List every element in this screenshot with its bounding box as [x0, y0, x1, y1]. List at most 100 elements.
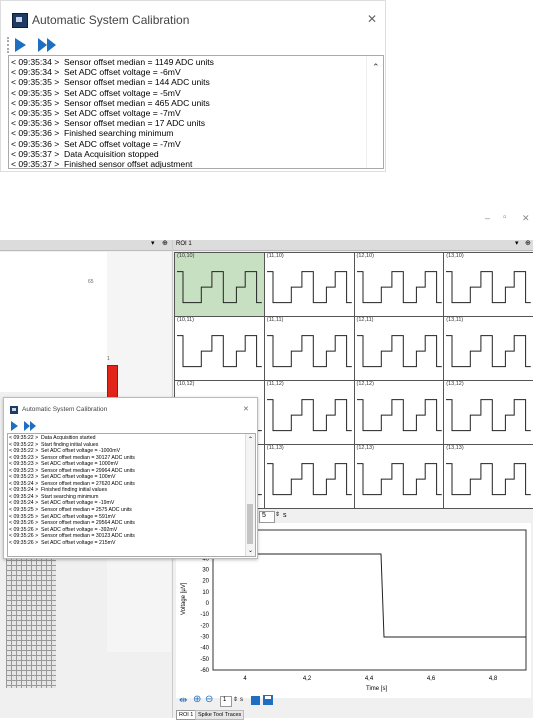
time-unit: s: [283, 512, 287, 519]
close-icon[interactable]: ✕: [367, 12, 377, 26]
x-tick-label: 4,2: [303, 676, 312, 682]
x-tick-label: 4,4: [365, 676, 374, 682]
close-button[interactable]: ✕: [522, 213, 530, 224]
y-tick-label: -20: [200, 623, 209, 629]
scroll-up-icon[interactable]: ⌃: [248, 436, 253, 443]
tab-roi-1[interactable]: ROI 1: [176, 710, 197, 720]
bottom-toolbar: ⇹ ⊕ ⊖ 1 ⇕ s: [179, 694, 379, 709]
left-panel-header: ▾ ⊕: [0, 240, 172, 251]
y-tick-label: -40: [200, 646, 209, 652]
x-axis-label: Time [s]: [366, 686, 387, 692]
fit-icon[interactable]: ⇹: [179, 695, 187, 706]
bar-value-label: 1: [107, 356, 110, 362]
dropdown-icon[interactable]: ▾: [515, 239, 519, 247]
log-line: < 09:35:35 > Sensor offset median = 465 …: [11, 97, 210, 108]
dialog-title: Automatic System Calibration: [32, 13, 190, 27]
log-line: < 09:35:36 > Sensor offset median = 17 A…: [11, 118, 206, 129]
minimize-button[interactable]: –: [485, 213, 490, 223]
roi-cell[interactable]: (11,13): [263, 444, 355, 509]
roi-cell[interactable]: (13,12): [443, 380, 533, 445]
log-line: < 09:35:34 > Set ADC offset voltage = -6…: [11, 67, 181, 78]
y-tick-label: 20: [202, 579, 209, 585]
close-icon[interactable]: ✕: [243, 405, 249, 413]
save-icon[interactable]: [263, 695, 273, 705]
window-controls: – ▫ ✕: [480, 212, 533, 227]
roi-cell[interactable]: (11,11): [263, 316, 355, 381]
pin-icon[interactable]: ⊕: [525, 239, 531, 247]
roi-trace: [266, 463, 352, 496]
roi-cell[interactable]: (13,13): [443, 444, 533, 509]
roi-trace: [356, 399, 442, 432]
log-line: < 09:35:37 > Finished sensor offset adju…: [11, 159, 193, 169]
sensor-map-area: 65: [0, 252, 107, 392]
roi-cell[interactable]: (12,12): [353, 380, 445, 445]
bottom-spin-value: 1: [223, 697, 227, 703]
pin-icon[interactable]: ⊕: [162, 239, 168, 247]
roi-trace: [266, 335, 352, 368]
x-tick-label: 4: [243, 676, 247, 682]
tab-spike-tool-traces[interactable]: Spike Tool Traces: [195, 710, 245, 720]
scroll-down-icon[interactable]: ⌄: [248, 547, 253, 554]
roi-cell[interactable]: (13,11): [443, 316, 533, 381]
roi-trace: [266, 271, 352, 304]
y-tick-label: -50: [200, 657, 209, 663]
roi-title: ROI 1: [176, 241, 192, 247]
y-tick-label: 0: [206, 601, 210, 607]
zoom-out-icon[interactable]: ⊖: [205, 694, 213, 705]
fast-forward-button[interactable]: [38, 38, 60, 52]
dialog-title: Automatic System Calibration: [22, 406, 108, 413]
scroll-thumb[interactable]: [247, 504, 253, 544]
bottom-spinbox[interactable]: 1: [220, 696, 232, 707]
log-list: < 09:35:34 > Sensor offset median = 1149…: [8, 55, 384, 169]
roi-cell[interactable]: (12,13): [353, 444, 445, 509]
roi-cell[interactable]: (11,12): [263, 380, 355, 445]
roi-cell[interactable]: (10,11): [174, 316, 265, 381]
bottom-unit: s: [240, 697, 243, 703]
log-line: < 09:35:36 > Finished searching minimum: [11, 128, 174, 139]
roi-trace: [356, 335, 442, 368]
zoom-in-icon[interactable]: ⊕: [193, 694, 201, 705]
roi-trace: [356, 463, 442, 496]
scroll-up-icon[interactable]: ⌃: [372, 62, 380, 73]
app-icon: [12, 13, 28, 28]
time-spinbox[interactable]: 5: [259, 511, 275, 523]
spin-arrows-icon[interactable]: ⇕: [275, 511, 280, 518]
log-line: < 09:35:35 > Sensor offset median = 144 …: [11, 77, 210, 88]
x-tick-label: 4,6: [427, 676, 436, 682]
y-axis-label: Voltage [µV]: [181, 582, 187, 615]
restore-button[interactable]: ▫: [503, 212, 507, 223]
log-line: < 09:35:35 > Set ADC offset voltage = -5…: [11, 87, 181, 98]
dropdown-icon[interactable]: ▾: [151, 239, 155, 247]
spin-arrows-icon[interactable]: ⇕: [233, 696, 238, 703]
roi-cell[interactable]: (10,10): [174, 252, 265, 317]
roi-cell[interactable]: (12,11): [353, 316, 445, 381]
roi-trace: [446, 399, 532, 432]
play-button[interactable]: [11, 421, 18, 431]
x-tick-label: 4,8: [489, 676, 498, 682]
app-icon: [10, 406, 18, 414]
roi-trace: [446, 335, 532, 368]
log-line: < 09:35:26 > Set ADC offset voltage = 21…: [9, 539, 116, 546]
roi-trace: [446, 271, 532, 304]
roi-trace: [356, 271, 442, 304]
log-line: < 09:35:36 > Set ADC offset voltage = -7…: [11, 138, 181, 149]
roi-cell[interactable]: (13,10): [443, 252, 533, 317]
scrollbar[interactable]: ⌃: [366, 56, 383, 168]
y-tick-label: -60: [200, 668, 209, 674]
play-button[interactable]: [15, 38, 26, 52]
log-lines: < 09:35:34 > Sensor offset median = 1149…: [9, 56, 383, 169]
log-lines: < 09:35:22 > Data Acquisition started < 0…: [8, 434, 255, 546]
roi-trace: [266, 399, 352, 432]
log-line: < 09:35:37 > Data Acquisition stopped: [11, 148, 159, 159]
small-calibration-dialog: Automatic System Calibration ✕ < 09:35:2…: [3, 397, 258, 559]
roi-cell[interactable]: (11,10): [263, 252, 355, 317]
y-tick-label: -10: [200, 612, 209, 618]
roi-cell[interactable]: (12,10): [353, 252, 445, 317]
stop-icon[interactable]: [251, 696, 260, 705]
fast-forward-button[interactable]: [24, 421, 38, 431]
y-tick-label: -30: [200, 635, 209, 641]
roi-trace: [446, 463, 532, 496]
y-tick-label: 10: [202, 590, 209, 596]
roi-trace: [177, 271, 262, 304]
scrollbar[interactable]: ⌃ ⌄: [245, 434, 255, 556]
